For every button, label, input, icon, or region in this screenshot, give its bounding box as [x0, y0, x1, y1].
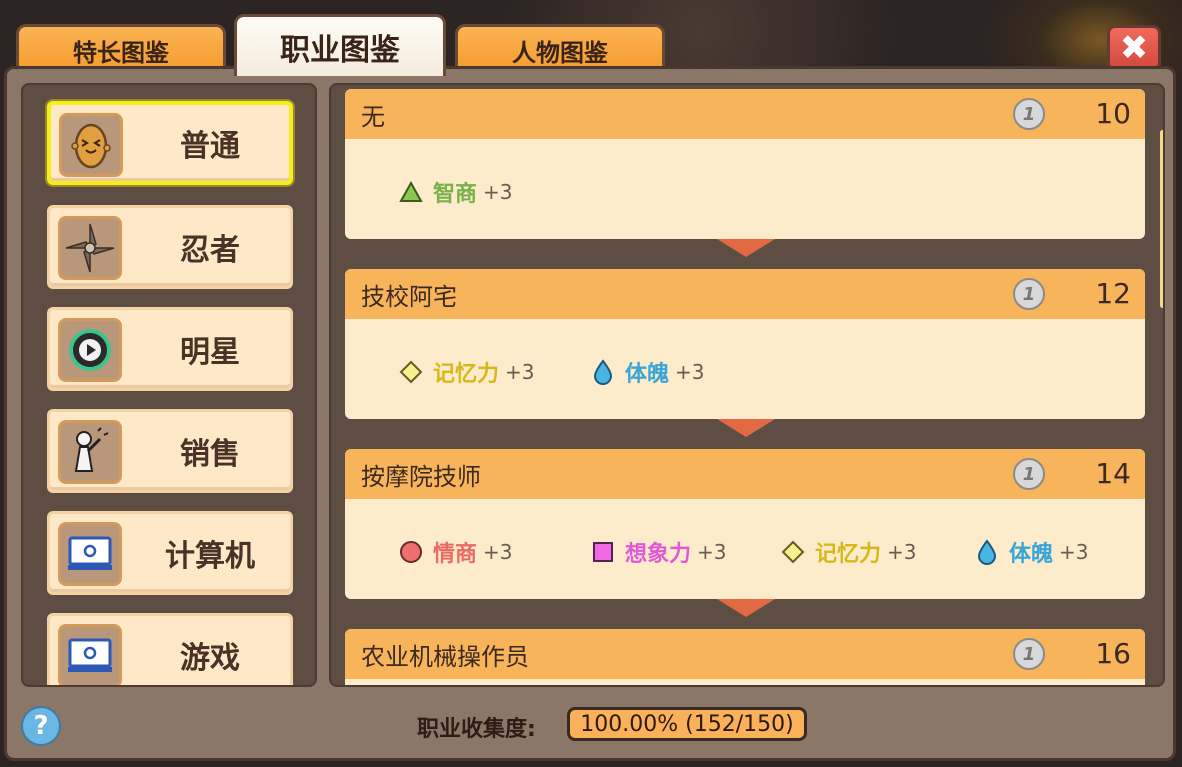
- job-card: 农业机械操作员 1 16: [345, 629, 1145, 685]
- shuriken-icon: [58, 216, 122, 280]
- category-item-normal[interactable]: 普通: [47, 101, 293, 185]
- arrow-down-icon: [717, 599, 775, 617]
- job-list[interactable]: 无 1 10 智商 +3 技校阿宅 1 12 记忆力 +3 体魄 +3 按摩院技…: [329, 83, 1165, 687]
- stat-item: 体魄 +3: [973, 532, 1089, 572]
- coin-icon: 1: [1013, 278, 1045, 310]
- category-label: 销售: [180, 437, 240, 472]
- circle-icon: [397, 538, 425, 566]
- drop-icon: [589, 358, 617, 386]
- diamond-icon: [779, 538, 807, 566]
- job-level: 14: [1095, 457, 1131, 490]
- close-button[interactable]: ✖: [1107, 25, 1161, 71]
- job-card: 技校阿宅 1 12 记忆力 +3 体魄 +3: [345, 269, 1145, 419]
- arrow-down-icon: [717, 239, 775, 257]
- right-scrollbar[interactable]: [1160, 130, 1163, 308]
- square-icon: [589, 538, 617, 566]
- job-level: 16: [1095, 637, 1131, 670]
- category-item-ninja[interactable]: 忍者: [47, 205, 293, 289]
- arrow-down-icon: [717, 419, 775, 437]
- category-label: 明星: [180, 335, 240, 370]
- coin-icon: 1: [1013, 458, 1045, 490]
- category-item-sales[interactable]: 销售: [47, 409, 293, 493]
- stat-item: 记忆力 +3: [397, 352, 535, 392]
- stat-item: 想象力 +3: [589, 532, 727, 572]
- help-icon: ?: [33, 711, 49, 741]
- category-item-star[interactable]: 明星: [47, 307, 293, 391]
- category-label: 计算机: [165, 539, 255, 574]
- category-label: 普通: [180, 129, 240, 164]
- tab-job-catalog[interactable]: 职业图鉴: [234, 14, 446, 76]
- job-level: 10: [1095, 97, 1131, 130]
- stat-item: 情商 +3: [397, 532, 513, 572]
- play-icon: [58, 318, 122, 382]
- collection-label: 职业收集度:: [417, 717, 536, 742]
- category-label: 忍者: [180, 233, 240, 268]
- collection-progress: 100.00% (152/150): [567, 707, 807, 741]
- job-card: 按摩院技师 1 14 情商 +3 想象力 +3 记忆力 +3 体魄 +3: [345, 449, 1145, 599]
- diamond-icon: [397, 358, 425, 386]
- stat-item: 记忆力 +3: [779, 532, 917, 572]
- triangle-icon: [397, 178, 425, 206]
- coin-icon: 1: [1013, 638, 1045, 670]
- salesman-icon: [58, 420, 122, 484]
- potato-icon: [59, 113, 123, 177]
- close-icon: ✖: [1119, 28, 1149, 68]
- help-button[interactable]: ?: [21, 706, 61, 746]
- left-scrollbar[interactable]: [316, 130, 317, 260]
- job-level: 12: [1095, 277, 1131, 310]
- category-list[interactable]: 普通 忍者 明星 销售 计算机 游戏: [21, 83, 317, 687]
- stat-item: 体魄 +3: [589, 352, 705, 392]
- stat-item: 智商 +3: [397, 172, 513, 212]
- job-card: 无 1 10 智商 +3: [345, 89, 1145, 239]
- catalog-panel: 普通 忍者 明星 销售 计算机 游戏 无 1 10 智商 +3 技校阿宅 1 1…: [4, 66, 1176, 761]
- coin-icon: 1: [1013, 98, 1045, 130]
- category-item-computer[interactable]: 计算机: [47, 511, 293, 595]
- drop-icon: [973, 538, 1001, 566]
- category-item-game[interactable]: 游戏: [47, 613, 293, 685]
- computer-icon: [58, 624, 122, 685]
- computer-icon: [58, 522, 122, 586]
- category-label: 游戏: [180, 641, 240, 676]
